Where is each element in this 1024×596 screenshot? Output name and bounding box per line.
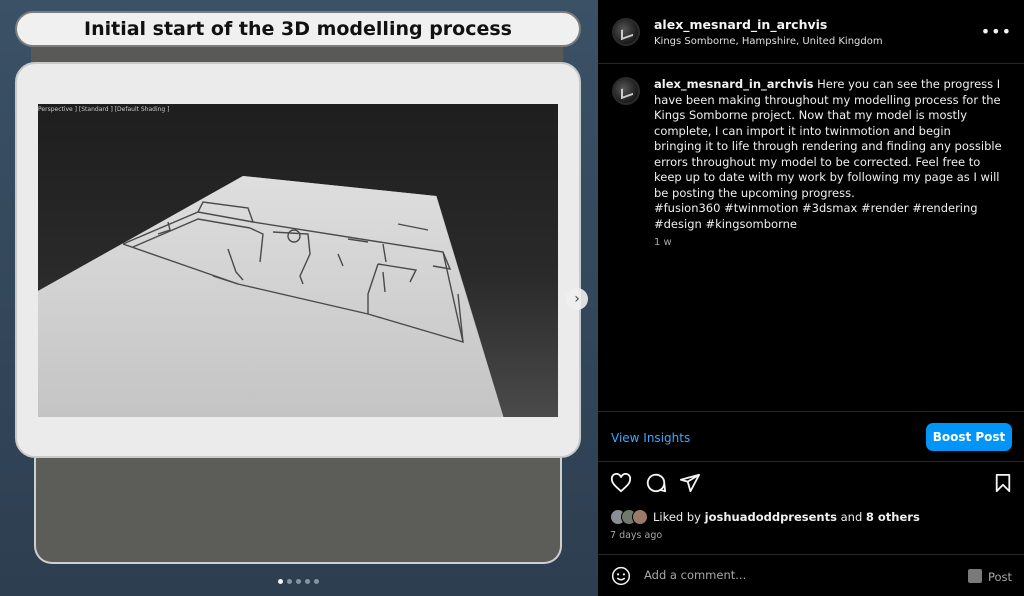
likes-prefix: Liked by: [653, 510, 701, 524]
post-header: alex_mesnard_in_archvis Kings Somborne, …: [598, 0, 1024, 64]
slide-title-banner: Initial start of the 3D modelling proces…: [15, 11, 581, 47]
liker-avatars: [610, 509, 648, 525]
3d-viewport-image: Perspective ] [Standard ] [Default Shadi…: [38, 104, 558, 417]
next-slide-button[interactable]: ›: [566, 288, 588, 310]
carousel-dot: [278, 579, 283, 584]
comment-bar: Post: [598, 554, 1024, 596]
post-details-panel: alex_mesnard_in_archvis Kings Somborne, …: [598, 0, 1024, 596]
liker-username[interactable]: joshuadoddpresents: [705, 510, 837, 524]
caption-section: alex_mesnard_in_archvis Here you can see…: [598, 64, 1024, 412]
post-hashtags[interactable]: #fusion360 #twinmotion #3dsmax #render #…: [654, 201, 1004, 232]
view-insights-link[interactable]: View Insights: [611, 431, 690, 445]
post-caption: alex_mesnard_in_archvis Here you can see…: [654, 77, 1002, 201]
floor-plan-drawing: [38, 176, 504, 417]
caption-username[interactable]: alex_mesnard_in_archvis: [654, 77, 814, 91]
share-button[interactable]: [677, 470, 703, 496]
share-icon: [679, 473, 701, 493]
chevron-right-icon: ›: [574, 291, 580, 307]
save-button[interactable]: [990, 470, 1016, 496]
carousel-dot: [314, 579, 319, 584]
comment-options-icon[interactable]: [968, 569, 982, 583]
post-comment-button[interactable]: Post: [988, 570, 1012, 584]
carousel-indicator: [278, 579, 319, 584]
author-username[interactable]: alex_mesnard_in_archvis: [654, 17, 883, 32]
caption-time: 1 w: [654, 237, 672, 248]
comment-icon: [646, 473, 667, 493]
post-media: Initial start of the 3D modelling proces…: [0, 0, 598, 596]
slide-title: Initial start of the 3D modelling proces…: [84, 18, 512, 40]
post-location[interactable]: Kings Somborne, Hampshire, United Kingdo…: [654, 36, 883, 47]
caption-author-avatar[interactable]: [612, 77, 640, 105]
boost-post-button[interactable]: Boost Post: [926, 423, 1012, 451]
caption-text: Here you can see the progress I have bee…: [654, 77, 1002, 200]
like-button[interactable]: [608, 470, 634, 496]
slide-background-card: [34, 440, 562, 564]
author-avatar[interactable]: [612, 17, 640, 46]
more-options-button[interactable]: •••: [981, 22, 1012, 41]
likes-others-link[interactable]: 8 others: [866, 510, 920, 524]
likes-summary: Liked by joshuadoddpresents and 8 others: [610, 509, 920, 525]
likes-connector: and: [840, 510, 863, 524]
comment-input[interactable]: [644, 568, 944, 582]
heart-icon: [610, 473, 632, 493]
bookmark-icon: [995, 474, 1011, 492]
avatar[interactable]: [632, 509, 648, 525]
carousel-dot: [287, 579, 292, 584]
carousel-dot: [305, 579, 310, 584]
likes-text: Liked by joshuadoddpresents and 8 others: [653, 510, 920, 524]
post-timestamp[interactable]: 7 days ago: [610, 530, 662, 541]
comment-button[interactable]: [643, 470, 669, 496]
post-actions: [598, 470, 1024, 500]
carousel-dot: [296, 579, 301, 584]
emoji-icon[interactable]: [611, 566, 631, 586]
insights-bar: View Insights Boost Post: [598, 412, 1024, 462]
